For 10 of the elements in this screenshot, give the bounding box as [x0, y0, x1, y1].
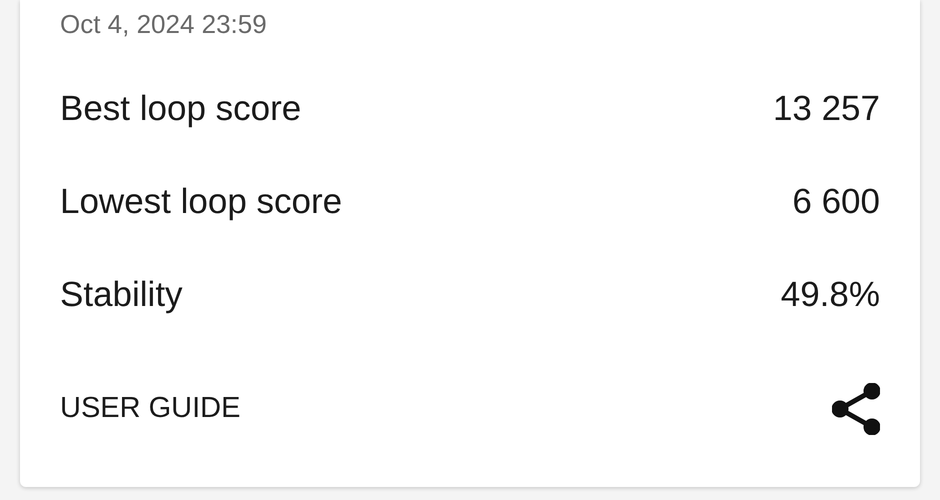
- date-text: Oct 4, 2024 23:59: [60, 8, 268, 40]
- stat-label: Lowest loop score: [60, 181, 342, 224]
- stat-label: Stability: [60, 274, 183, 316]
- user-guide-link[interactable]: USER GUIDE: [60, 387, 240, 431]
- stat-label: Best loop score: [60, 88, 302, 130]
- stat-value: 6 600: [792, 181, 880, 224]
- share-button[interactable]: [832, 383, 880, 435]
- stat-value: 49.8%: [780, 274, 880, 316]
- share-icon: [832, 383, 880, 435]
- stat-value: 13 257: [772, 88, 880, 130]
